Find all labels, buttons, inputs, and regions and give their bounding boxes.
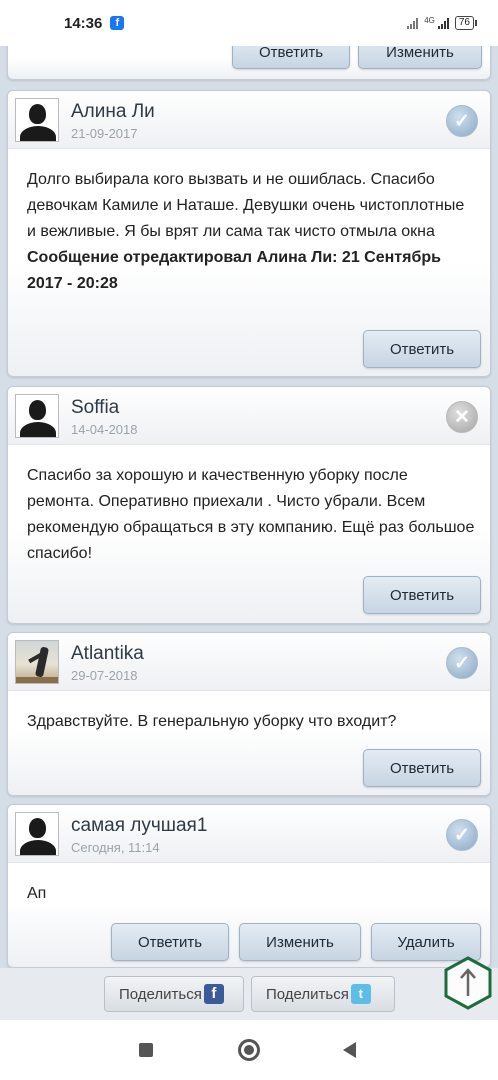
comment-body: Долго выбирала кого вызвать и не ошиблас… <box>27 171 465 240</box>
share-twitter-label: Поделиться <box>266 985 349 1003</box>
comment-card: Soffia 14-04-2018 ✕ Спасибо за хорошую и… <box>7 386 491 624</box>
signal-icon <box>407 17 419 29</box>
status-time: 14:36 <box>64 14 103 32</box>
comment-text: Здравствуйте. В генеральную уборку что в… <box>27 713 397 730</box>
facebook-notification-icon: f <box>110 16 125 30</box>
reply-button[interactable]: Ответить <box>111 923 229 961</box>
comment-card: самая лучшая1 Сегодня, 11:14 ✓ Ап Ответи… <box>7 804 491 968</box>
status-indicators: 4G 76 <box>407 16 478 30</box>
comment-card: Atlantika 29-07-2018 ✓ Здравствуйте. В г… <box>7 632 491 796</box>
reply-button[interactable]: Ответить <box>232 46 350 69</box>
cross-icon[interactable]: ✕ <box>446 401 478 433</box>
avatar[interactable] <box>15 394 59 438</box>
status-bar: 14:36 f 4G 76 <box>0 0 498 46</box>
check-icon[interactable]: ✓ <box>446 647 478 679</box>
network-type-label: 4G <box>424 16 435 25</box>
recent-apps-icon[interactable] <box>139 1043 153 1057</box>
avatar[interactable] <box>15 812 59 856</box>
share-facebook-button[interactable]: Поделиться f <box>104 976 244 1012</box>
reply-button[interactable]: Ответить <box>363 749 481 787</box>
facebook-icon: f <box>203 984 224 1004</box>
comment-card-previous: Ответить Изменить <box>7 46 491 80</box>
comment-text: Долго выбирала кого вызвать и не ошиблас… <box>27 167 477 297</box>
comment-author[interactable]: Soffia <box>71 397 119 419</box>
edit-note: Сообщение отредактировал Алина Ли: 21 Се… <box>27 249 441 292</box>
check-icon[interactable]: ✓ <box>446 819 478 851</box>
reply-button[interactable]: Ответить <box>363 330 481 368</box>
share-bar: Поделиться f Поделиться t <box>0 968 498 1020</box>
comment-date: 14-04-2018 <box>71 422 138 437</box>
edit-button[interactable]: Изменить <box>239 923 361 961</box>
signal-icon-2 <box>437 17 449 29</box>
comment-text: Ап <box>27 885 47 902</box>
comment-date: 21-09-2017 <box>71 126 138 141</box>
avatar[interactable] <box>15 98 59 142</box>
system-nav-bar <box>0 1020 498 1080</box>
comment-author[interactable]: Atlantika <box>71 643 144 665</box>
battery-icon: 76 <box>454 16 478 30</box>
back-icon[interactable] <box>343 1042 356 1058</box>
reply-button[interactable]: Ответить <box>363 576 481 614</box>
scroll-to-top-button[interactable] <box>444 956 492 1010</box>
share-twitter-button[interactable]: Поделиться t <box>251 976 395 1012</box>
edit-button[interactable]: Изменить <box>358 46 482 69</box>
comment-author[interactable]: самая лучшая1 <box>71 815 207 837</box>
home-icon[interactable] <box>238 1039 260 1061</box>
comment-card: Алина Ли 21-09-2017 ✓ Долго выбирала ког… <box>7 90 491 377</box>
comment-text: Спасибо за хорошую и качественную уборку… <box>27 467 475 562</box>
comments-feed[interactable]: Ответить Изменить Алина Ли 21-09-2017 ✓ … <box>0 46 498 1020</box>
comment-date: 29-07-2018 <box>71 668 138 683</box>
share-facebook-label: Поделиться <box>119 985 202 1003</box>
check-icon[interactable]: ✓ <box>446 105 478 137</box>
twitter-icon: t <box>350 984 371 1004</box>
comment-date: Сегодня, 11:14 <box>71 840 160 855</box>
comment-author[interactable]: Алина Ли <box>71 101 155 123</box>
avatar[interactable] <box>15 640 59 684</box>
